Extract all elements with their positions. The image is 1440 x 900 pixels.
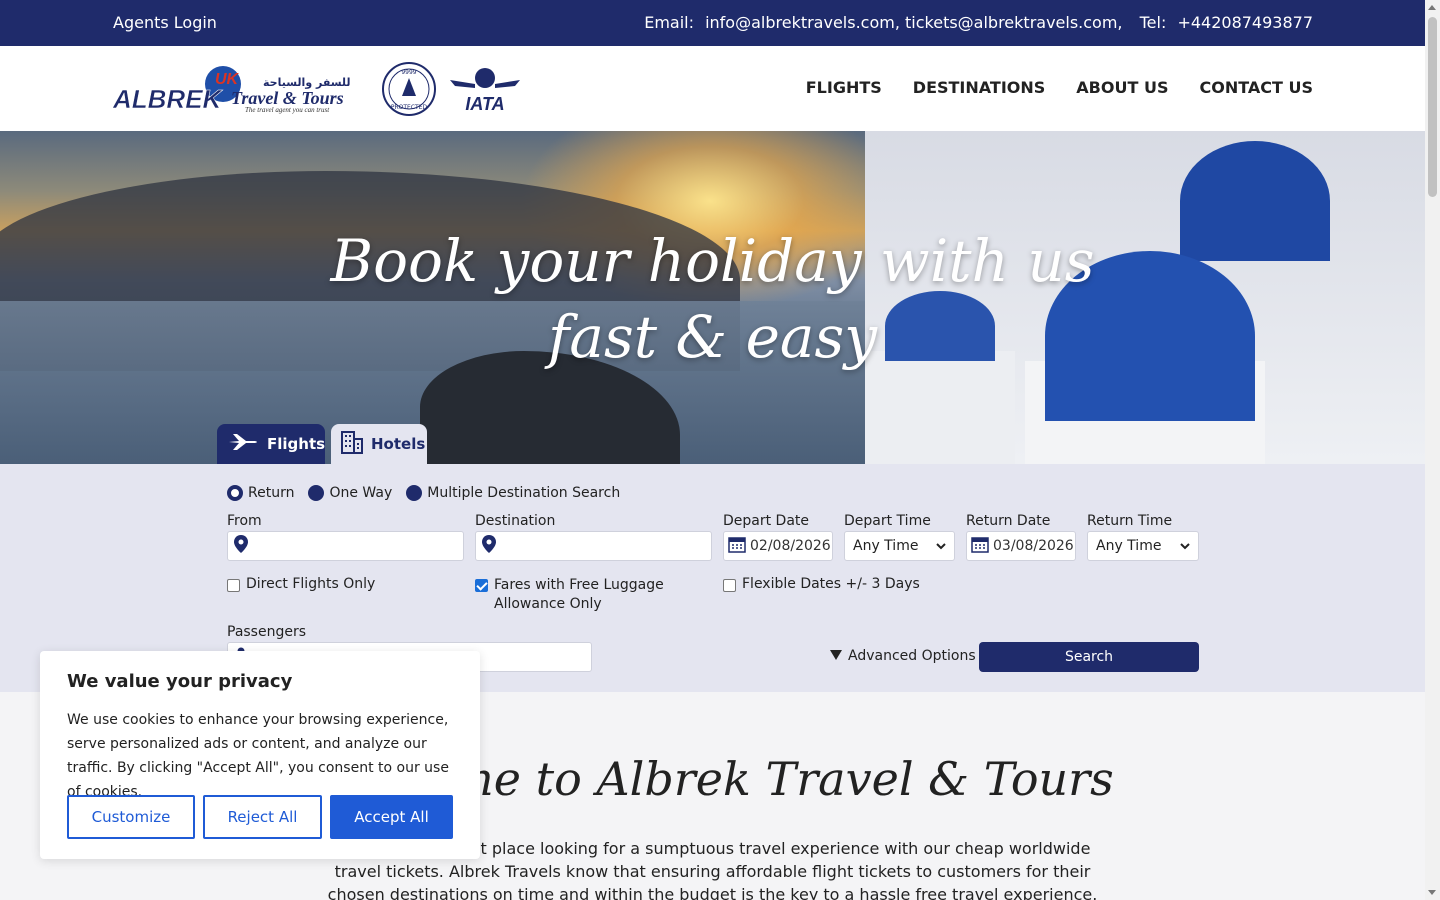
contact-info: Email: info@albrektravels.com, tickets@a… [638,13,1313,32]
radio-selected-icon [227,485,243,501]
calendar-icon [971,535,989,557]
tel-label: Tel: [1139,13,1167,32]
search-tabs: Flights Hotels [217,424,427,464]
direct-flights-checkbox[interactable]: Direct Flights Only [227,576,375,592]
reject-all-button[interactable]: Reject All [203,795,322,839]
flexible-dates-label: Flexible Dates +/- 3 Days [742,576,920,592]
trip-type-return[interactable]: Return [227,485,294,501]
chevron-down-icon [936,538,946,554]
cookie-title: We value your privacy [67,671,293,692]
tel-value[interactable]: +442087493877 [1177,13,1313,32]
albrek-logo[interactable]: UK ALBREK Travel & Tours البريك للسفر وا… [112,64,388,114]
top-contact-bar: Agents Login Email: info@albrektravels.c… [0,0,1425,46]
search-button[interactable]: Search [979,642,1199,672]
email-value[interactable]: info@albrektravels.com, tickets@albrektr… [705,13,1122,32]
nav-flights[interactable]: FLIGHTS [806,78,882,97]
return-time-value: Any Time [1096,538,1162,554]
free-luggage-checkbox[interactable]: Fares with Free Luggage Allowance Only [475,576,685,614]
depart-time-value: Any Time [853,538,919,554]
flexible-dates-checkbox[interactable]: Flexible Dates +/- 3 Days [723,576,920,592]
triangle-down-icon [830,648,842,664]
depart-date-input[interactable]: 02/08/2026 [723,531,833,561]
airplane-icon [227,433,259,455]
customize-button[interactable]: Customize [67,795,195,839]
hero-headline-line2: fast & easy [547,303,878,371]
map-pin-icon [234,535,248,557]
direct-flights-label: Direct Flights Only [246,576,376,592]
svg-text:البريك للسفر والسياحة: البريك للسفر والسياحة [263,76,353,89]
depart-date-value: 02/08/2026 [750,538,831,554]
from-input[interactable] [227,531,464,561]
svg-text:9999: 9999 [401,69,416,76]
accept-all-button[interactable]: Accept All [330,795,453,839]
return-time-select[interactable]: Any Time [1087,531,1199,561]
return-date-input[interactable]: 03/08/2026 [966,531,1076,561]
checkbox-icon [227,579,240,592]
scroll-up-arrow-icon[interactable] [1428,5,1436,10]
nav-destinations[interactable]: DESTINATIONS [913,78,1046,97]
trip-type-multi-label: Multiple Destination Search [427,485,621,501]
return-date-label: Return Date [966,513,1051,529]
passengers-label: Passengers [227,624,307,640]
hero-banner: Book your holiday with us fast & easy [0,131,1425,464]
scrollbar-thumb[interactable] [1428,17,1437,197]
return-time-label: Return Time [1087,513,1173,529]
destination-input[interactable] [475,531,712,561]
email-label: Email: [644,13,694,32]
tab-hotels[interactable]: Hotels [331,424,427,464]
nav-about-us[interactable]: ABOUT US [1076,78,1168,97]
svg-text:ALBREK: ALBREK [113,84,224,114]
map-pin-icon [482,535,496,557]
radio-icon [406,485,423,501]
trip-type-one-way-label: One Way [329,485,393,501]
free-luggage-label: Fares with Free Luggage Allowance Only [494,577,664,612]
cookie-text: We use cookies to enhance your browsing … [67,712,449,800]
building-icon [341,430,363,458]
svg-text:PROTECTED: PROTECTED [391,104,428,111]
atol-protected-badge: 9999 PROTECTED [382,62,436,116]
svg-text:IATA: IATA [465,94,504,112]
hero-headline: Book your holiday with us fast & easy [0,223,1425,375]
svg-text:The travel agent you can trust: The travel agent you can trust [245,106,330,114]
trip-type-return-label: Return [248,485,295,501]
checkbox-checked-icon [475,579,488,592]
return-date-value: 03/08/2026 [993,538,1074,554]
iata-logo: IATA [450,66,520,114]
hero-headline-line1: Book your holiday with us [330,227,1095,295]
tab-flights[interactable]: Flights [217,424,325,464]
cookie-buttons: Customize Reject All Accept All [67,795,453,839]
advanced-options-toggle[interactable]: Advanced Options [830,648,976,664]
main-nav: FLIGHTS DESTINATIONS ABOUT US CONTACT US [806,78,1313,97]
depart-date-label: Depart Date [723,513,810,529]
destination-label: Destination [475,513,556,529]
site-header: UK ALBREK Travel & Tours البريك للسفر وا… [0,46,1425,131]
advanced-options-label: Advanced Options [848,648,976,664]
tab-flights-label: Flights [267,435,326,453]
from-label: From [227,513,262,529]
nav-contact-us[interactable]: CONTACT US [1199,78,1313,97]
trip-type-one-way[interactable]: One Way [308,485,392,501]
scroll-down-arrow-icon[interactable] [1428,890,1436,895]
checkbox-icon [723,579,736,592]
svg-text:Travel & Tours: Travel & Tours [231,88,344,108]
chevron-down-icon [1180,538,1190,554]
tab-hotels-label: Hotels [371,435,426,453]
trip-type-group: Return One Way Multiple Destination Sear… [227,485,620,501]
radio-icon [308,485,325,501]
page-scrollbar[interactable] [1425,0,1440,900]
agents-login-link[interactable]: Agents Login [113,13,217,32]
depart-time-select[interactable]: Any Time [844,531,955,561]
depart-time-label: Depart Time [844,513,931,529]
cookie-consent-banner: We value your privacy We use cookies to … [40,651,480,859]
calendar-icon [728,535,746,557]
trip-type-multi-destination[interactable]: Multiple Destination Search [406,485,620,501]
